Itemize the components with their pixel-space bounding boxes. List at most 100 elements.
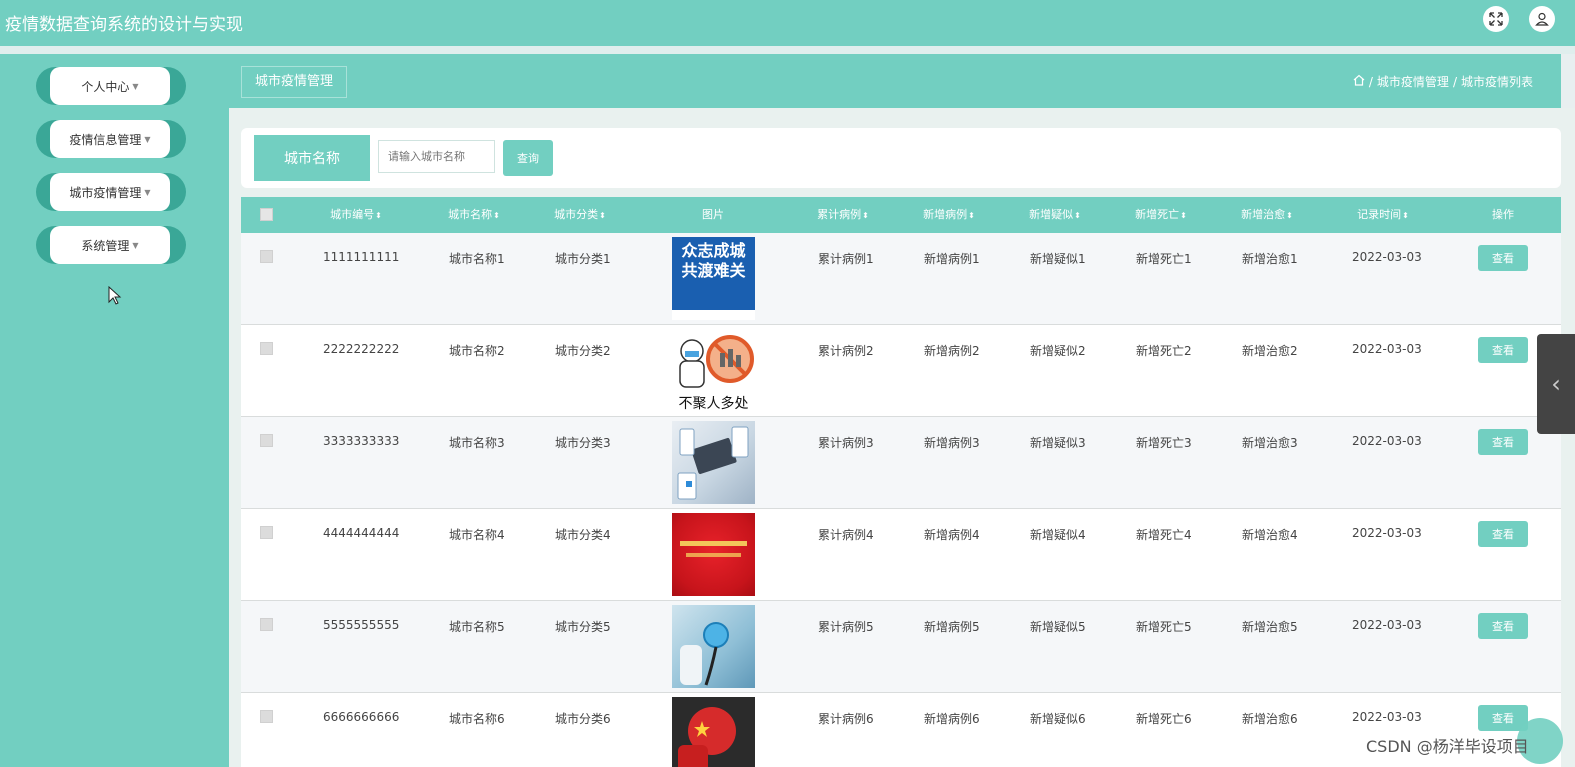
column-header-total-cases[interactable]: 累计病例⬍ xyxy=(808,197,878,233)
cell-new-suspected: 新增疑似4 xyxy=(1030,528,1086,542)
column-header-city-id[interactable]: 城市编号⬍ xyxy=(321,197,391,233)
column-header-label: 新增疑似 xyxy=(1029,208,1074,221)
row-checkbox[interactable] xyxy=(260,526,273,539)
cell-new-recovered: 新增治愈4 xyxy=(1242,528,1298,542)
column-header-city-category[interactable]: 城市分类⬍ xyxy=(545,197,615,233)
sidebar-item-label: 疫情信息管理 xyxy=(69,132,142,147)
column-header-new-cases[interactable]: 新增病例⬍ xyxy=(914,197,984,233)
column-header-new-recovered[interactable]: 新增治愈⬍ xyxy=(1232,197,1302,233)
cell-new-deaths: 新增死亡6 xyxy=(1136,712,1192,726)
page-header: 城市疫情管理 / 城市疫情管理 / 城市疫情列表 xyxy=(229,54,1561,108)
column-header-new-deaths[interactable]: 新增死亡⬍ xyxy=(1126,197,1196,233)
view-button[interactable]: 查看 xyxy=(1478,245,1528,271)
cell-city-name: 城市名称2 xyxy=(449,344,505,358)
cell-city-category: 城市分类4 xyxy=(555,528,611,542)
cell-record-time: 2022-03-03 xyxy=(1352,618,1422,632)
cell-new-cases: 新增病例2 xyxy=(924,344,980,358)
cell-city-id: 2222222222 xyxy=(323,342,400,356)
sidebar-item-system[interactable]: 系统管理 ▼ xyxy=(36,226,186,264)
main-content: 城市名称 查询 城市编号⬍ 城市名称⬍ 城市分类⬍ 图片 累计病例⬍ 新增病例⬍… xyxy=(229,108,1575,767)
breadcrumb-item-city-list: 城市疫情列表 xyxy=(1460,75,1533,89)
breadcrumb: / 城市疫情管理 / 城市疫情列表 xyxy=(1353,73,1533,90)
view-button[interactable]: 查看 xyxy=(1478,337,1528,363)
column-header-new-suspected[interactable]: 新增疑似⬍ xyxy=(1020,197,1090,233)
cell-city-name: 城市名称5 xyxy=(449,620,505,634)
column-header-label: 记录时间 xyxy=(1357,208,1402,221)
sidebar-item-personal-center[interactable]: 个人中心 ▼ xyxy=(36,67,186,105)
cell-new-suspected: 新增疑似1 xyxy=(1030,252,1086,266)
cell-city-name: 城市名称1 xyxy=(449,252,505,266)
search-button[interactable]: 查询 xyxy=(503,140,553,176)
cell-city-id: 4444444444 xyxy=(323,526,400,540)
cell-record-time: 2022-03-03 xyxy=(1352,710,1422,724)
column-header-city-name[interactable]: 城市名称⬍ xyxy=(439,197,509,233)
cell-record-time: 2022-03-03 xyxy=(1352,250,1422,264)
city-image: 不聚人多处 xyxy=(672,329,755,412)
row-checkbox[interactable] xyxy=(260,250,273,263)
cell-new-recovered: 新增治愈2 xyxy=(1242,344,1298,358)
cell-new-suspected: 新增疑似3 xyxy=(1030,436,1086,450)
cell-record-time: 2022-03-03 xyxy=(1352,434,1422,448)
cell-city-name: 城市名称6 xyxy=(449,712,505,726)
table-row: 2222222222 城市名称2 城市分类2 不聚人多处 累计病例2 新增病例2… xyxy=(241,325,1561,417)
row-checkbox[interactable] xyxy=(260,618,273,631)
app-title: 疫情数据查询系统的设计与实现 xyxy=(5,15,243,35)
sort-icon: ⬍ xyxy=(599,211,606,220)
table-row: 4444444444 城市名称4 城市分类4 累计病例4 新增病例4 新增疑似4… xyxy=(241,509,1561,601)
column-header-label: 新增死亡 xyxy=(1135,208,1180,221)
sidebar-item-label: 系统管理 xyxy=(81,238,130,253)
sidebar-item-label: 个人中心 xyxy=(81,79,130,94)
cell-new-cases: 新增病例6 xyxy=(924,712,980,726)
view-button[interactable]: 查看 xyxy=(1478,613,1528,639)
cell-total-cases: 累计病例3 xyxy=(818,436,874,450)
column-header-label: 累计病例 xyxy=(817,208,862,221)
row-checkbox[interactable] xyxy=(260,710,273,723)
cell-record-time: 2022-03-03 xyxy=(1352,526,1422,540)
mouse-cursor-icon xyxy=(108,285,122,309)
column-header-record-time[interactable]: 记录时间⬍ xyxy=(1348,197,1418,233)
column-header-label: 图片 xyxy=(702,208,724,221)
search-bar: 城市名称 查询 xyxy=(241,128,1561,188)
sort-icon: ⬍ xyxy=(493,211,500,220)
table-row: 1111111111 城市名称1 城市分类1 众志成城 共渡难关 累计病例1 新… xyxy=(241,233,1561,325)
cell-city-id: 6666666666 xyxy=(323,710,400,724)
view-button[interactable]: 查看 xyxy=(1478,521,1528,547)
breadcrumb-item-city-epidemic[interactable]: 城市疫情管理 xyxy=(1377,73,1449,90)
sidebar: 个人中心 ▼ 疫情信息管理 ▼ 城市疫情管理 ▼ 系统管理 ▼ xyxy=(0,54,229,767)
select-all-checkbox[interactable] xyxy=(260,208,273,221)
row-checkbox[interactable] xyxy=(260,342,273,355)
cell-city-category: 城市分类1 xyxy=(555,252,611,266)
city-name-search-input[interactable] xyxy=(378,140,495,173)
cell-total-cases: 累计病例1 xyxy=(818,252,874,266)
sidebar-item-city-epidemic[interactable]: 城市疫情管理 ▼ xyxy=(36,173,186,211)
sidebar-item-epidemic-info[interactable]: 疫情信息管理 ▼ xyxy=(36,120,186,158)
cell-total-cases: 累计病例4 xyxy=(818,528,874,542)
cell-total-cases: 累计病例2 xyxy=(818,344,874,358)
cell-total-cases: 累计病例6 xyxy=(818,712,874,726)
city-image: 众志成城 共渡难关 xyxy=(672,237,755,320)
table-row: 5555555555 城市名称5 城市分类5 累计病例5 新增病例5 新增疑似5… xyxy=(241,601,1561,693)
city-table: 城市编号⬍ 城市名称⬍ 城市分类⬍ 图片 累计病例⬍ 新增病例⬍ 新增疑似⬍ 新… xyxy=(241,197,1561,767)
column-header-label: 新增治愈 xyxy=(1241,208,1286,221)
cell-city-id: 5555555555 xyxy=(323,618,400,632)
view-button[interactable]: 查看 xyxy=(1478,429,1528,455)
home-icon[interactable] xyxy=(1353,74,1365,89)
cell-new-recovered: 新增治愈5 xyxy=(1242,620,1298,634)
user-icon[interactable] xyxy=(1529,6,1555,32)
city-image xyxy=(672,513,755,596)
column-header-image: 图片 xyxy=(678,197,748,233)
image-caption: 不聚人多处 xyxy=(678,396,749,412)
search-label: 城市名称 xyxy=(254,135,370,181)
fullscreen-icon[interactable] xyxy=(1483,6,1509,32)
side-panel-toggle[interactable]: ‹ xyxy=(1537,334,1575,434)
sort-icon: ⬍ xyxy=(1286,211,1293,220)
caret-down-icon: ▼ xyxy=(144,187,151,197)
caret-down-icon: ▼ xyxy=(144,134,151,144)
cell-new-deaths: 新增死亡5 xyxy=(1136,620,1192,634)
table-row: 3333333333 城市名称3 城市分类3 累计病例3 新增病例3 新增疑似3… xyxy=(241,417,1561,509)
cell-new-deaths: 新增死亡1 xyxy=(1136,252,1192,266)
cell-new-suspected: 新增疑似5 xyxy=(1030,620,1086,634)
breadcrumb-separator: / xyxy=(1452,74,1457,89)
row-checkbox[interactable] xyxy=(260,434,273,447)
top-bar: 疫情数据查询系统的设计与实现 xyxy=(0,0,1575,46)
